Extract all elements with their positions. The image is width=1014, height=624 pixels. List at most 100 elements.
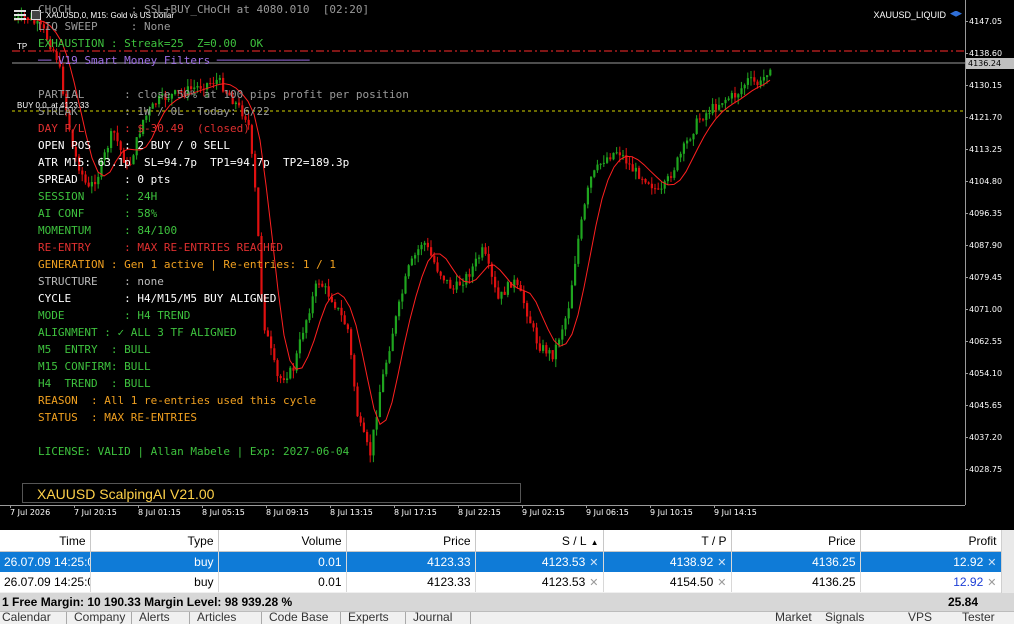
price-tick: 4045.65 [964, 401, 1003, 410]
close-icon[interactable]: ✕ [589, 577, 598, 589]
column-header[interactable]: Type [90, 530, 219, 552]
column-header[interactable]: T / P [603, 530, 732, 552]
candle-body [359, 416, 362, 423]
candle-body [542, 345, 545, 351]
candle-body [410, 258, 413, 266]
position-cell-tp: 4138.92 ✕ [603, 551, 732, 572]
tab-market[interactable]: Market [775, 612, 812, 624]
column-header[interactable]: Volume [218, 530, 347, 552]
time-tick: 8 Jul 22:15 [458, 505, 501, 517]
close-icon[interactable]: ✕ [987, 557, 996, 569]
candle-body [369, 442, 372, 456]
tab-separator [66, 612, 67, 624]
candle-body [481, 247, 484, 258]
column-header[interactable]: S / L ▲ [475, 530, 604, 552]
candle-body [318, 283, 321, 285]
position-cell-volume: 0.01 [218, 572, 347, 592]
candle-body [212, 83, 215, 85]
tab-tester[interactable]: Tester [962, 612, 995, 624]
close-icon[interactable]: ✕ [717, 557, 726, 569]
time-tick: 8 Jul 17:15 [394, 505, 437, 517]
status-line: ATR M15: 63.1p SL=94.7p TP1=94.7p TP2=18… [38, 156, 350, 169]
candle-body [209, 83, 212, 85]
status-line: SESSION : 24H [38, 190, 158, 203]
candle-body [295, 353, 298, 371]
candle-body [586, 187, 589, 205]
candle-body [622, 155, 625, 157]
candle-body [343, 315, 346, 325]
price-tick: 4037.20 [964, 433, 1003, 442]
tab-separator [131, 612, 132, 624]
position-cell-type: buy [90, 551, 219, 572]
status-line: GENERATION : Gen 1 active | Re-entries: … [38, 258, 337, 271]
candle-body [606, 157, 609, 163]
status-line: MOMENTUM : 84/100 [38, 224, 178, 237]
time-axis[interactable]: 7 Jul 2026 7 Jul 20:15 8 Jul 01:15 8 Jul 05… [0, 505, 965, 530]
price-tick: 4147.05 [964, 17, 1003, 26]
candle-body [551, 350, 554, 360]
tab-experts[interactable]: Experts [348, 612, 389, 624]
status-line: LICENSE: VALID | Allan Mabele | Exp: 202… [38, 445, 350, 458]
candle-body [737, 94, 740, 98]
position-row[interactable]: 26.07.09 14:25:00buy0.014123.334123.53✕4… [0, 551, 1002, 572]
status-line: LIQ SWEEP : None [38, 20, 171, 33]
candle-body [657, 188, 660, 190]
status-line: H4 TREND : BULL [38, 377, 151, 390]
tab-journal[interactable]: Journal [413, 612, 452, 624]
summary-total-profit: 25.84 [947, 595, 978, 609]
tab-vps[interactable]: VPS [908, 612, 932, 624]
candle-body [382, 374, 385, 393]
position-cell-profit: 12.92 ✕ [860, 572, 1002, 592]
price-tick: 4121.70 [964, 113, 1003, 122]
close-icon[interactable]: ✕ [589, 557, 598, 569]
candle-body [385, 362, 388, 375]
time-tick: 8 Jul 09:15 [266, 505, 309, 517]
candle-body [362, 422, 365, 432]
close-icon[interactable]: ✕ [717, 577, 726, 589]
column-header[interactable]: Time [0, 530, 91, 552]
candle-body [599, 163, 602, 165]
candle-body [759, 80, 762, 86]
price-axis[interactable]: 4147.05 4138.60 4130.15 4121.70 4113.25 4104.… [964, 0, 1014, 505]
candle-body [446, 279, 449, 281]
candle-body [673, 170, 676, 178]
menu-icon[interactable] [14, 10, 26, 20]
candle-body [346, 324, 349, 330]
candle-body [289, 367, 292, 379]
position-row[interactable]: 26.07.09 14:25:00buy0.014123.334123.53✕4… [0, 572, 1002, 592]
candle-body [545, 345, 548, 354]
candle-body [398, 301, 401, 317]
candle-body [762, 77, 765, 81]
column-header[interactable]: Price [346, 530, 476, 552]
candle-body [340, 307, 343, 316]
tab-company[interactable]: Company [74, 612, 125, 624]
tab-alerts[interactable]: Alerts [139, 612, 170, 624]
candle-body [401, 293, 404, 302]
candle-body [634, 167, 637, 172]
close-icon[interactable]: ✕ [987, 577, 996, 589]
candle-body [484, 247, 487, 254]
candle-body [596, 164, 599, 171]
price-tick: 4028.75 [964, 465, 1003, 474]
candle-body [391, 333, 394, 352]
tab-signals[interactable]: Signals [825, 612, 864, 624]
tab-code-base[interactable]: Code Base [269, 612, 328, 624]
sort-asc-icon: ▲ [590, 537, 599, 547]
time-tick: 9 Jul 14:15 [714, 505, 757, 517]
candle-body [270, 336, 273, 349]
candle-body [286, 378, 289, 381]
tab-calendar[interactable]: Calendar [2, 612, 51, 624]
candle-body [718, 104, 721, 110]
candle-body [487, 253, 490, 264]
candle-body [471, 266, 474, 277]
chart-window[interactable]: XAUUSD,0, M15: Gold vs US Dollar XAUUSD_… [0, 0, 1014, 530]
candle-body [452, 288, 455, 290]
tab-articles[interactable]: Articles [197, 612, 236, 624]
terminal-scrollbar[interactable] [1001, 530, 1014, 593]
column-header[interactable]: Price [731, 530, 861, 552]
status-line: CYCLE : H4/M15/M5 BUY ALIGNED [38, 292, 277, 305]
candle-body [417, 249, 420, 256]
candle-body [305, 320, 308, 333]
candle-body [420, 244, 423, 250]
column-header[interactable]: Profit [860, 530, 1002, 552]
